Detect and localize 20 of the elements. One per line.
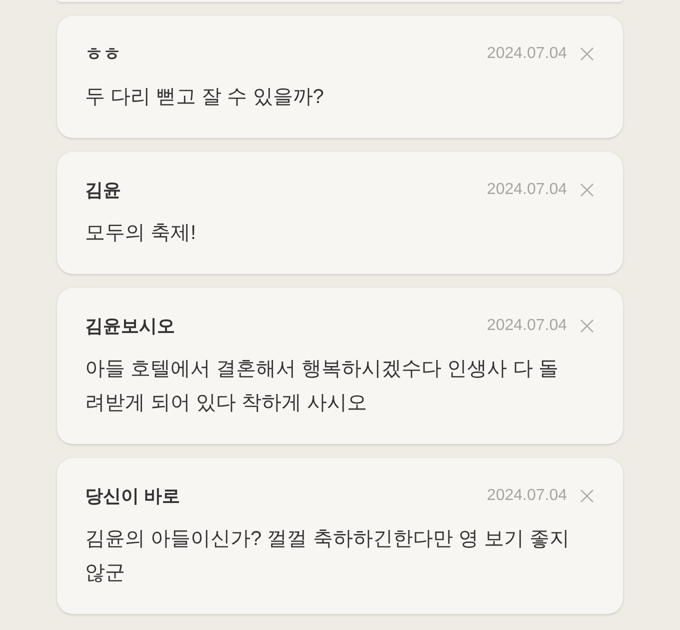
close-button[interactable]: [579, 46, 595, 62]
comment-text: 두 다리 뻗고 잘 수 있을까?: [85, 85, 325, 110]
comment-date: 2024.07.04: [486, 44, 567, 64]
comment-author: 김윤보시오: [85, 315, 175, 338]
comment-date: 2024.07.04: [486, 180, 567, 200]
comment-text: 아들 호텔에서 결혼해서 행복하시겠수다 인생사 다 돌려받게 되어 있다 착하게 사시오: [85, 357, 560, 416]
comment-date: 2024.07.04: [486, 486, 567, 506]
close-button[interactable]: [579, 318, 595, 334]
comment-text: 모두의 축제!: [85, 221, 198, 246]
comment-text: 김윤의 아들이신가? 껄껄 축하하긴한다만 영 보기 좋지 않군: [85, 527, 570, 586]
close-icon: [580, 183, 594, 197]
close-button[interactable]: [579, 488, 595, 504]
close-icon: [580, 319, 594, 333]
comment-author: 김윤: [85, 179, 121, 202]
comment-author: ㅎㅎ: [85, 43, 121, 66]
close-button[interactable]: [579, 182, 595, 198]
close-icon: [580, 47, 594, 61]
comment-date: 2024.07.04: [486, 316, 567, 336]
comment-author: 당신이 바로: [85, 485, 180, 508]
close-icon: [580, 489, 594, 503]
